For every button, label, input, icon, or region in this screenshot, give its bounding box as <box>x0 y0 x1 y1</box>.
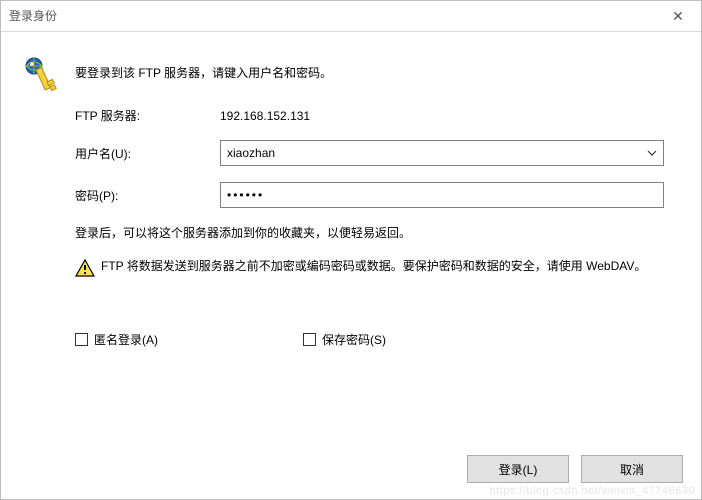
password-label: 密码(P): <box>75 187 220 204</box>
checkbox-box <box>303 333 316 346</box>
checkbox-row: 匿名登录(A) 保存密码(S) <box>75 331 677 348</box>
window-title: 登录身份 <box>9 1 57 31</box>
checkbox-box <box>75 333 88 346</box>
button-row: 登录(L) 取消 <box>467 455 683 483</box>
cancel-button[interactable]: 取消 <box>581 455 683 483</box>
key-globe-icon <box>25 56 59 96</box>
anonymous-checkbox[interactable]: 匿名登录(A) <box>75 331 158 348</box>
password-input[interactable]: •••••• <box>220 182 664 208</box>
warning-row: FTP 将数据发送到服务器之前不加密或编码密码或数据。要保护密码和数据的安全，请… <box>75 257 677 277</box>
save-password-label: 保存密码(S) <box>322 331 386 348</box>
username-combobox[interactable]: xiaozhan <box>220 140 664 166</box>
password-value: •••••• <box>227 188 264 202</box>
username-label: 用户名(U): <box>75 145 220 162</box>
chevron-down-icon[interactable] <box>647 150 657 156</box>
warning-text: FTP 将数据发送到服务器之前不加密或编码密码或数据。要保护密码和数据的安全，请… <box>101 257 677 276</box>
watermark-text: https://blog.csdn.net/weixin_47746630 <box>489 485 695 497</box>
anonymous-label: 匿名登录(A) <box>94 331 158 348</box>
username-value: xiaozhan <box>227 146 275 160</box>
dialog-content: 要登录到该 FTP 服务器，请键入用户名和密码。 FTP 服务器: 192.16… <box>1 32 701 348</box>
save-password-checkbox[interactable]: 保存密码(S) <box>303 331 386 348</box>
key-icon-col <box>25 56 75 96</box>
close-icon: ✕ <box>672 8 684 24</box>
warning-icon-col <box>75 259 101 277</box>
password-row: 密码(P): •••••• <box>75 182 677 208</box>
close-button[interactable]: ✕ <box>655 1 701 31</box>
favorites-note: 登录后，可以将这个服务器添加到你的收藏夹，以便轻易返回。 <box>75 224 677 241</box>
cancel-button-label: 取消 <box>620 461 644 478</box>
warning-icon <box>75 259 95 277</box>
login-button[interactable]: 登录(L) <box>467 455 569 483</box>
intro-row: 要登录到该 FTP 服务器，请键入用户名和密码。 FTP 服务器: 192.16… <box>25 56 677 348</box>
title-bar: 登录身份 ✕ <box>1 1 701 32</box>
server-row: FTP 服务器: 192.168.152.131 <box>75 107 677 124</box>
body-col: 要登录到该 FTP 服务器，请键入用户名和密码。 FTP 服务器: 192.16… <box>75 56 677 348</box>
username-row: 用户名(U): xiaozhan <box>75 140 677 166</box>
server-label: FTP 服务器: <box>75 107 220 124</box>
intro-text: 要登录到该 FTP 服务器，请键入用户名和密码。 <box>75 64 677 81</box>
dialog-window: 登录身份 ✕ 要登录到该 FTP 服务器，请键入用 <box>0 0 702 500</box>
login-button-label: 登录(L) <box>499 461 538 478</box>
server-value: 192.168.152.131 <box>220 109 310 123</box>
